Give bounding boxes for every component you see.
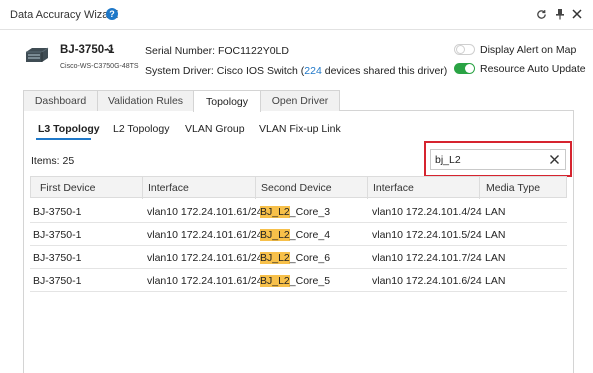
resource-auto-update-label: Resource Auto Update [480, 63, 586, 75]
search-match-highlight: BJ_L2 [260, 229, 290, 241]
shared-suffix: devices shared this driver) [324, 65, 448, 77]
title-bar: Data Accuracy Wizard ? [0, 0, 593, 30]
cell-media-type: LAN [485, 275, 506, 287]
subtab-l2-topology[interactable]: L2 Topology [113, 123, 169, 135]
cell-media-type: LAN [485, 252, 506, 264]
driver-value: Cisco IOS Switch [216, 65, 298, 77]
second-device-rest: _Core_3 [289, 206, 331, 218]
col-second-device[interactable]: Second Device [261, 182, 332, 194]
column-divider[interactable] [142, 177, 143, 199]
tab-dashboard[interactable]: Dashboard [23, 90, 98, 111]
cell-interface-2: vlan10 172.24.101.6/24 [372, 275, 482, 287]
search-match-highlight: BJ_L2 [260, 206, 290, 218]
cell-second-device: BJ_L2_Core_5 [260, 275, 330, 287]
display-alert-label: Display Alert on Map [480, 44, 577, 56]
clear-search-icon[interactable] [548, 153, 561, 166]
cell-first-device: BJ-3750-1 [33, 275, 82, 287]
tab-validation-rules[interactable]: Validation Rules [97, 90, 194, 111]
col-interface-1[interactable]: Interface [148, 182, 189, 194]
pin-icon[interactable] [553, 7, 567, 21]
column-divider[interactable] [479, 177, 480, 199]
cell-interface-2: vlan10 172.24.101.5/24 [372, 229, 482, 241]
col-interface-2[interactable]: Interface [373, 182, 414, 194]
cell-interface-2: vlan10 172.24.101.7/24 [372, 252, 482, 264]
tab-topology[interactable]: Topology [193, 90, 261, 112]
col-media-type[interactable]: Media Type [486, 182, 540, 194]
chevron-down-icon[interactable] [105, 45, 115, 55]
second-device-rest: _Core_5 [289, 275, 331, 287]
display-alert-toggle[interactable] [454, 44, 475, 55]
col-first-device[interactable]: First Device [40, 182, 95, 194]
close-icon[interactable] [570, 7, 584, 21]
tab-open-driver[interactable]: Open Driver [260, 90, 340, 111]
cell-interface-1: vlan10 172.24.101.61/24 [147, 206, 263, 218]
subtab-vlan-fixup-link[interactable]: VLAN Fix-up Link [259, 123, 341, 135]
cell-second-device: BJ_L2_Core_4 [260, 229, 330, 241]
table-row[interactable]: BJ-3750-1 vlan10 172.24.101.61/24 BJ_L2_… [30, 269, 567, 292]
shared-devices-link[interactable]: 224 [304, 65, 322, 77]
subtab-l3-topology[interactable]: L3 Topology [38, 123, 100, 135]
search-match-highlight: BJ_L2 [260, 275, 290, 287]
cell-interface-2: vlan10 172.24.101.4/24 [372, 206, 482, 218]
help-icon[interactable]: ? [106, 8, 118, 20]
column-divider[interactable] [367, 177, 368, 199]
window-title: Data Accuracy Wizard [10, 9, 119, 21]
search-box[interactable] [430, 149, 566, 170]
resource-auto-update-toggle[interactable] [454, 63, 475, 74]
cell-first-device: BJ-3750-1 [33, 252, 82, 264]
table-row[interactable]: BJ-3750-1 vlan10 172.24.101.61/24 BJ_L2_… [30, 200, 567, 223]
subtab-vlan-group[interactable]: VLAN Group [185, 123, 245, 135]
cell-interface-1: vlan10 172.24.101.61/24 [147, 275, 263, 287]
cell-first-device: BJ-3750-1 [33, 206, 82, 218]
cell-media-type: LAN [485, 206, 506, 218]
serial-number: Serial Number: FOC1122Y0LD [145, 45, 289, 57]
cell-second-device: BJ_L2_Core_6 [260, 252, 330, 264]
second-device-rest: _Core_6 [289, 252, 331, 264]
cell-interface-1: vlan10 172.24.101.61/24 [147, 252, 263, 264]
toggle-knob [456, 45, 465, 54]
active-subtab-indicator [36, 138, 91, 140]
column-divider[interactable] [255, 177, 256, 199]
second-device-rest: _Core_4 [289, 229, 331, 241]
search-match-highlight: BJ_L2 [260, 252, 290, 264]
toggle-knob [465, 64, 474, 73]
cell-interface-1: vlan10 172.24.101.61/24 [147, 229, 263, 241]
items-count: Items: 25 [31, 155, 75, 167]
driver-label: System Driver: [145, 65, 214, 77]
table-row[interactable]: BJ-3750-1 vlan10 172.24.101.61/24 BJ_L2_… [30, 223, 567, 246]
cell-first-device: BJ-3750-1 [33, 229, 82, 241]
refresh-icon[interactable] [534, 7, 548, 21]
serial-label: Serial Number: [145, 45, 216, 57]
table-row[interactable]: BJ-3750-1 vlan10 172.24.101.61/24 BJ_L2_… [30, 246, 567, 269]
cell-media-type: LAN [485, 229, 506, 241]
search-input[interactable] [435, 153, 545, 167]
serial-value: FOC1122Y0LD [217, 45, 289, 57]
device-switch-icon [24, 46, 50, 64]
table-header: First Device Interface Second Device Int… [30, 176, 567, 199]
system-driver: System Driver: Cisco IOS Switch (224 dev… [145, 65, 447, 77]
device-model: Cisco-WS-C3750G-48TS [60, 63, 139, 70]
cell-second-device: BJ_L2_Core_3 [260, 206, 330, 218]
